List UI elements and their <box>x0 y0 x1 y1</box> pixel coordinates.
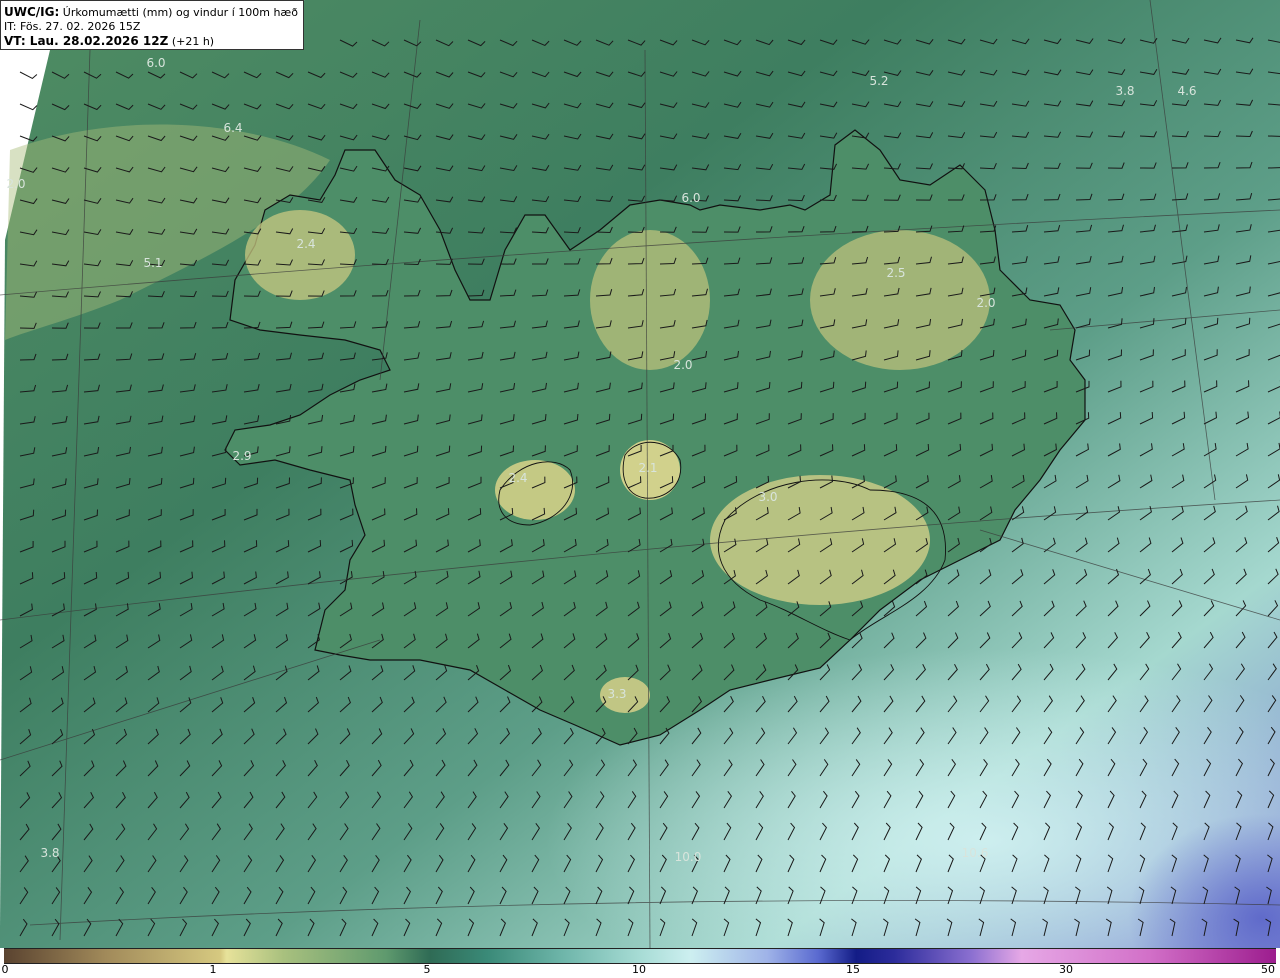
valid-time: VT: Lau. 28.02.2026 12Z <box>4 34 169 48</box>
forecast-info-box: UWC/IG: Úrkomumætti (mm) og vindur í 100… <box>0 0 304 50</box>
valid-time-line: VT: Lau. 28.02.2026 12Z (+21 h) <box>4 34 300 49</box>
wind-barb <box>19 103 38 111</box>
field-description: Úrkomumætti (mm) og vindur í 100m hæð <box>62 6 298 19</box>
colorbar-tick: 1 <box>209 963 217 976</box>
map-label: 2.0 <box>6 177 26 191</box>
colorbar-tick: 15 <box>846 963 860 976</box>
map-label: 3.8 <box>40 846 60 860</box>
map-label: 3.0 <box>758 490 778 504</box>
precipitation-colorbar <box>4 948 1276 964</box>
heavy-precip-region <box>900 650 1280 948</box>
highland-patch-northeast <box>810 230 990 370</box>
map-label: 2.5 <box>886 266 906 280</box>
map-label: 2.9 <box>232 449 252 463</box>
colorbar-tick: 10 <box>632 963 646 976</box>
map-label: 2.0 <box>673 358 693 372</box>
init-time: IT: Fös. 27. 02. 2026 15Z <box>4 20 141 33</box>
colorbar-tick: 0 <box>1 963 9 976</box>
map-label: 5.2 <box>869 74 889 88</box>
map-label: 5.1 <box>143 256 163 270</box>
map-label: 6.0 <box>146 56 166 70</box>
highland-patch-langjokull <box>495 460 575 520</box>
model-name: UWC/IG: <box>4 5 60 19</box>
map-label: 6.4 <box>223 121 243 135</box>
colorbar-tick: 30 <box>1059 963 1073 976</box>
wind-barb <box>19 71 38 79</box>
map-label: 10.6 <box>961 846 989 860</box>
map-label: 2.0 <box>976 296 996 310</box>
lead-time: (+21 h) <box>171 35 215 48</box>
map-label: 4.6 <box>1177 84 1197 98</box>
colorbar-tick: 5 <box>423 963 431 976</box>
title-line: UWC/IG: Úrkomumætti (mm) og vindur í 100… <box>4 5 300 20</box>
highland-patch-vatnajokull <box>710 475 930 605</box>
map-label: 10.0 <box>674 850 702 864</box>
highland-patch-north <box>590 230 710 370</box>
map-label: 2.4 <box>296 237 316 251</box>
map-label: 2.1 <box>638 461 658 475</box>
colorbar-tick: 50 <box>1261 963 1275 976</box>
map-label: 3.8 <box>1115 84 1135 98</box>
map-label: 2.4 <box>508 471 528 485</box>
map-label: 6.0 <box>681 191 701 205</box>
map-label: 3.3 <box>607 687 627 701</box>
highland-patch-westfjords <box>245 210 355 300</box>
